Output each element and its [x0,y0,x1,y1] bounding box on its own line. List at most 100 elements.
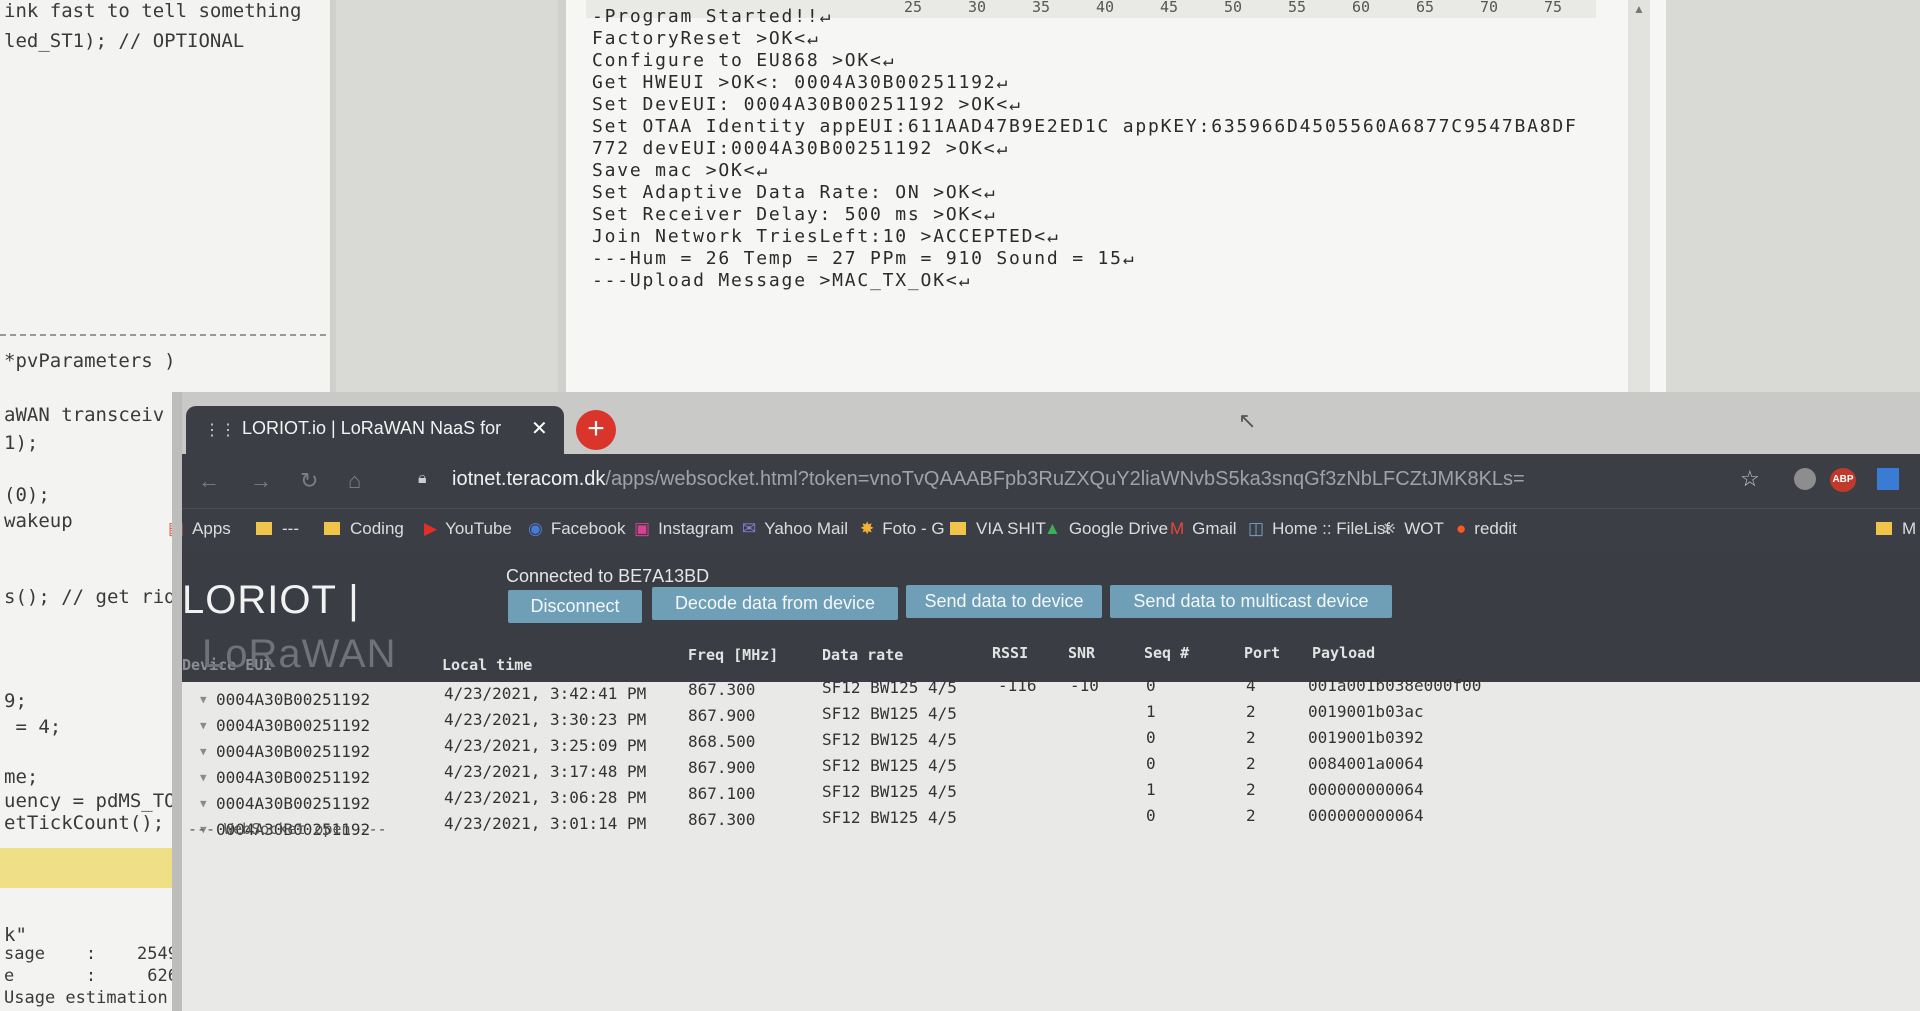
scroll-up-icon[interactable]: ▲ [1633,2,1645,16]
table-row[interactable]: ▼ 0004A30B00251192 4/23/2021, 3:25:09 PM… [172,728,1920,764]
cell-port: 2 [1246,702,1256,721]
bookmark-coding[interactable]: Coding [324,519,404,539]
cell-freq: 867.900 [688,758,756,777]
cell-seq: 0 [1146,676,1156,695]
code-line: 1); [4,432,39,454]
photos-icon: ✸ [860,519,875,538]
extension-blue-icon[interactable] [1877,468,1899,490]
table-row[interactable]: ▼ 0004A30B00251192 4/23/2021, 3:42:41 PM… [172,676,1920,712]
bookmark-foto-g[interactable]: ✸ Foto - G [860,519,945,539]
bookmark-facebook[interactable]: ◉ Facebook [528,519,626,539]
cell-rssi: -116 [998,676,1037,695]
table-header: Device EUI Local time Freq [MHz] Data ra… [172,644,1920,682]
bookmark-folder-dashes[interactable]: --- [256,519,299,539]
column-header: Freq [MHz] [688,646,779,664]
column-header: Data rate [822,646,904,664]
expand-row-icon[interactable]: ▼ [200,719,207,732]
serial-line: Save mac >OK<↵ [592,160,769,181]
cell-snr: -10 [1070,676,1099,695]
send-multicast-button[interactable]: Send data to multicast device [1110,585,1392,618]
disconnect-button[interactable]: Disconnect [508,590,642,623]
folder-icon [324,522,340,535]
bookmark-instagram[interactable]: ▣ Instagram [634,519,734,539]
filelist-icon: ◫ [1248,519,1265,538]
lock-icon[interactable]: 🔒︎ [418,470,427,488]
cell-eui: 0004A30B00251192 [216,768,371,787]
youtube-icon: ▶ [424,519,438,538]
bookmark-star-icon[interactable]: ☆ [1740,466,1760,492]
table-row[interactable]: ▼ 0004A30B00251192 4/23/2021, 3:17:48 PM… [172,754,1920,790]
bookmark-yahoo-mail[interactable]: ✉ Yahoo Mail [742,519,848,539]
connection-status: Connected to BE7A13BD [506,566,710,586]
instagram-icon: ▣ [634,519,651,538]
mail-icon: ✉ [742,519,757,538]
cell-eui: 0004A30B00251192 [216,742,371,761]
reload-icon[interactable]: ↻ [300,468,318,494]
drive-icon: ▲ [1044,519,1061,538]
serial-line: ---Hum = 26 Temp = 27 PPm = 910 Sound = … [592,248,1136,269]
loriot-logo-subtitle: LoRaWAN [202,632,397,676]
bookmark-folder-m[interactable]: M [1876,519,1916,539]
extension-icon[interactable] [1794,468,1816,490]
cell-rate: SF12 BW125 4/5 [822,730,957,749]
bookmark-reddit[interactable]: ● reddit [1456,519,1517,539]
cell-time: 4/23/2021, 3:30:23 PM [444,710,647,729]
tab-loriot[interactable]: ⋮⋮ LORIOT.io | LoRaWAN NaaS for ✕ [186,406,564,454]
adblock-icon[interactable]: ABP [1830,468,1856,492]
code-line: uency = pdMS_TO_ [4,790,188,812]
table-row[interactable]: ▼ 0004A30B00251192 4/23/2021, 3:01:14 PM… [172,806,1920,842]
tab-strip: ⋮⋮ LORIOT.io | LoRaWAN NaaS for ✕ + ↖ [172,392,1920,454]
column-header: Port [1244,644,1281,662]
code-line: etTickCount(); [4,812,165,834]
expand-row-icon[interactable]: ▼ [200,745,207,758]
bookmark-via-shit[interactable]: VIA SHIT [950,519,1046,539]
table-row[interactable]: ▼ 0004A30B00251192 4/23/2021, 3:30:23 PM… [172,702,1920,738]
cell-time: 4/23/2021, 3:42:41 PM [444,684,647,703]
code-line: wakeup [4,510,73,532]
send-data-button[interactable]: Send data to device [906,585,1102,618]
cell-port: 2 [1246,728,1256,747]
cell-eui: 0004A30B00251192 [216,794,371,813]
column-header: Payload [1312,644,1376,662]
code-line: me; [4,766,39,788]
home-icon[interactable]: ⌂ [348,468,361,494]
table-row[interactable]: ▼ 0004A30B00251192 4/23/2021, 3:06:28 PM… [172,780,1920,816]
new-tab-button[interactable]: + [576,410,616,450]
close-tab-icon[interactable]: ✕ [531,416,548,441]
url-host: iotnet.teracom.dk [452,468,606,490]
bookmark-filelist[interactable]: ◫ Home :: FileList [1248,519,1390,539]
bookmark-wot[interactable]: ※ WOT [1382,519,1444,539]
cell-port: 2 [1246,754,1256,773]
cell-freq: 867.100 [688,784,756,803]
serial-scrollbar[interactable]: ▲ [1628,0,1650,392]
address-bar[interactable]: iotnet.teracom.dk/apps/websocket.html?to… [452,468,1525,491]
expand-row-icon[interactable]: ▼ [200,693,207,706]
code-line: 9; [4,690,27,712]
cell-freq: 867.300 [688,680,756,699]
column-header: Seq # [1144,644,1190,662]
decode-data-button[interactable]: Decode data from device [652,587,898,620]
expand-row-icon[interactable]: ▼ [200,771,207,784]
folder-icon [950,522,966,535]
cell-seq: 0 [1146,754,1156,773]
back-icon[interactable]: ← [198,468,220,494]
cell-rate: SF12 BW125 4/5 [822,782,957,801]
code-separator [0,334,326,336]
cell-eui: 0004A30B00251192 [216,716,371,735]
forward-icon[interactable]: → [250,468,272,494]
browser-toolbar: ← → ↻ ⌂ 🔒︎ iotnet.teracom.dk/apps/websoc… [172,454,1920,508]
loriot-favicon-icon: ⋮⋮ [204,422,236,439]
cell-port: 2 [1246,780,1256,799]
cell-rate: SF12 BW125 4/5 [822,678,957,697]
cell-rate: SF12 BW125 4/5 [822,704,957,723]
cell-time: 4/23/2021, 3:06:28 PM [444,788,647,807]
bookmark-youtube[interactable]: ▶ YouTube [424,519,512,539]
code-line: led_ST1); // OPTIONAL [4,30,245,52]
bookmark-gmail[interactable]: M Gmail [1170,519,1237,539]
cell-payload: 000000000064 [1308,780,1424,799]
expand-row-icon[interactable]: ▼ [200,797,207,810]
cell-port: 4 [1246,676,1256,695]
serial-line: Configure to EU868 >OK<↵ [592,50,896,71]
bookmark-google-drive[interactable]: ▲ Google Drive [1044,519,1168,539]
serial-line: Set DevEUI: 0004A30B00251192 >OK<↵ [592,94,1022,115]
